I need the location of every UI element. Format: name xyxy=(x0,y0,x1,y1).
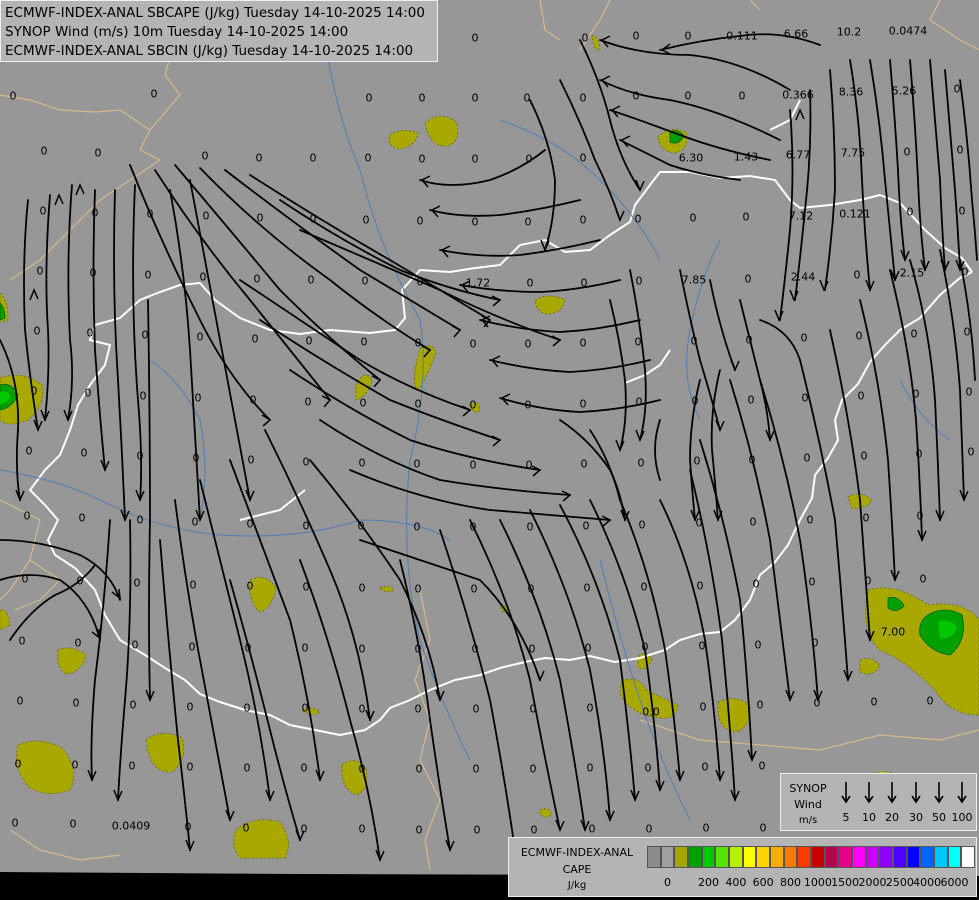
cape-color-swatch xyxy=(647,846,661,868)
cape-color-scale xyxy=(647,846,975,868)
cape-tick-labels: 0 200 400 600 800 1000 1500 2000 2500 4000 6000 xyxy=(647,876,975,892)
cape-color-swatch xyxy=(770,846,784,868)
cape-color-swatch xyxy=(701,846,716,868)
wind-legend-title-1: SYNOP xyxy=(789,782,827,795)
cape-tick-label: 4000 xyxy=(913,876,942,889)
map-title-box: ECMWF-INDEX-ANAL SBCAPE (J/kg) Tuesday 1… xyxy=(0,0,438,62)
cape-color-swatch xyxy=(688,846,702,868)
wind-speed-10: 10 xyxy=(862,811,876,824)
cape-tick-label: 600 xyxy=(752,876,774,889)
cape-color-swatch xyxy=(783,846,798,868)
cape-legend-title-1: ECMWF-INDEX-ANAL xyxy=(520,846,634,859)
cape-legend-unit: J/kg xyxy=(567,880,587,891)
wind-speed-5: 5 xyxy=(842,811,850,824)
cape-tick-label: 1000 xyxy=(803,876,832,889)
title-synop-wind: SYNOP Wind (m/s) 10m Tuesday 14-10-2025 … xyxy=(5,24,349,40)
cape-tick-label: 0 xyxy=(664,876,671,889)
cape-color-swatch xyxy=(838,846,852,868)
wind-legend-unit: m/s xyxy=(798,815,818,826)
wind-speed-20: 20 xyxy=(885,811,899,824)
cape-color-swatch xyxy=(961,846,975,868)
cape-legend-title-2: CAPE xyxy=(562,863,592,876)
cape-tick-label: 6000 xyxy=(940,876,969,889)
cape-color-swatch xyxy=(824,846,839,868)
cape-color-swatch xyxy=(797,846,811,868)
cape-color-swatch xyxy=(660,846,675,868)
cape-color-swatch xyxy=(947,846,962,868)
weather-map xyxy=(0,0,979,900)
cape-color-swatch xyxy=(893,846,907,868)
cape-tick-label: 400 xyxy=(725,876,747,889)
wind-legend-arrows xyxy=(841,782,967,804)
cape-color-swatch xyxy=(865,846,880,868)
cape-color-swatch xyxy=(906,846,921,868)
wind-speed-50: 50 xyxy=(932,811,946,824)
cape-color-swatch xyxy=(729,846,743,868)
cape-color-swatch xyxy=(920,846,934,868)
wind-speed-30: 30 xyxy=(909,811,923,824)
cape-legend: ECMWF-INDEX-ANAL CAPE J/kg 0 200 400 600 800… xyxy=(508,837,977,897)
cape-color-swatch xyxy=(879,846,893,868)
cape-color-swatch xyxy=(674,846,688,868)
cape-color-swatch xyxy=(811,846,825,868)
cape-color-swatch xyxy=(715,846,729,868)
cape-color-swatch xyxy=(852,846,866,868)
cape-tick-label: 1500 xyxy=(831,876,860,889)
wind-legend-title-2: Wind xyxy=(794,798,822,811)
wind-legend: SYNOP Wind m/s 5 10 20 30 50 100 xyxy=(780,773,977,831)
cape-tick-label: 200 xyxy=(698,876,719,889)
wind-speed-100: 100 xyxy=(951,811,973,824)
cape-color-swatch xyxy=(756,846,770,868)
cape-color-swatch xyxy=(742,846,757,868)
cape-color-swatch xyxy=(934,846,948,868)
title-sbcape: ECMWF-INDEX-ANAL SBCAPE (J/kg) Tuesday 1… xyxy=(5,5,425,21)
cape-tick-label: 2000 xyxy=(858,876,887,889)
title-sbcin: ECMWF-INDEX-ANAL SBCIN (J/kg) Tuesday 14… xyxy=(5,43,414,59)
cape-tick-label: 800 xyxy=(780,876,801,889)
cape-tick-label: 2500 xyxy=(885,876,914,889)
